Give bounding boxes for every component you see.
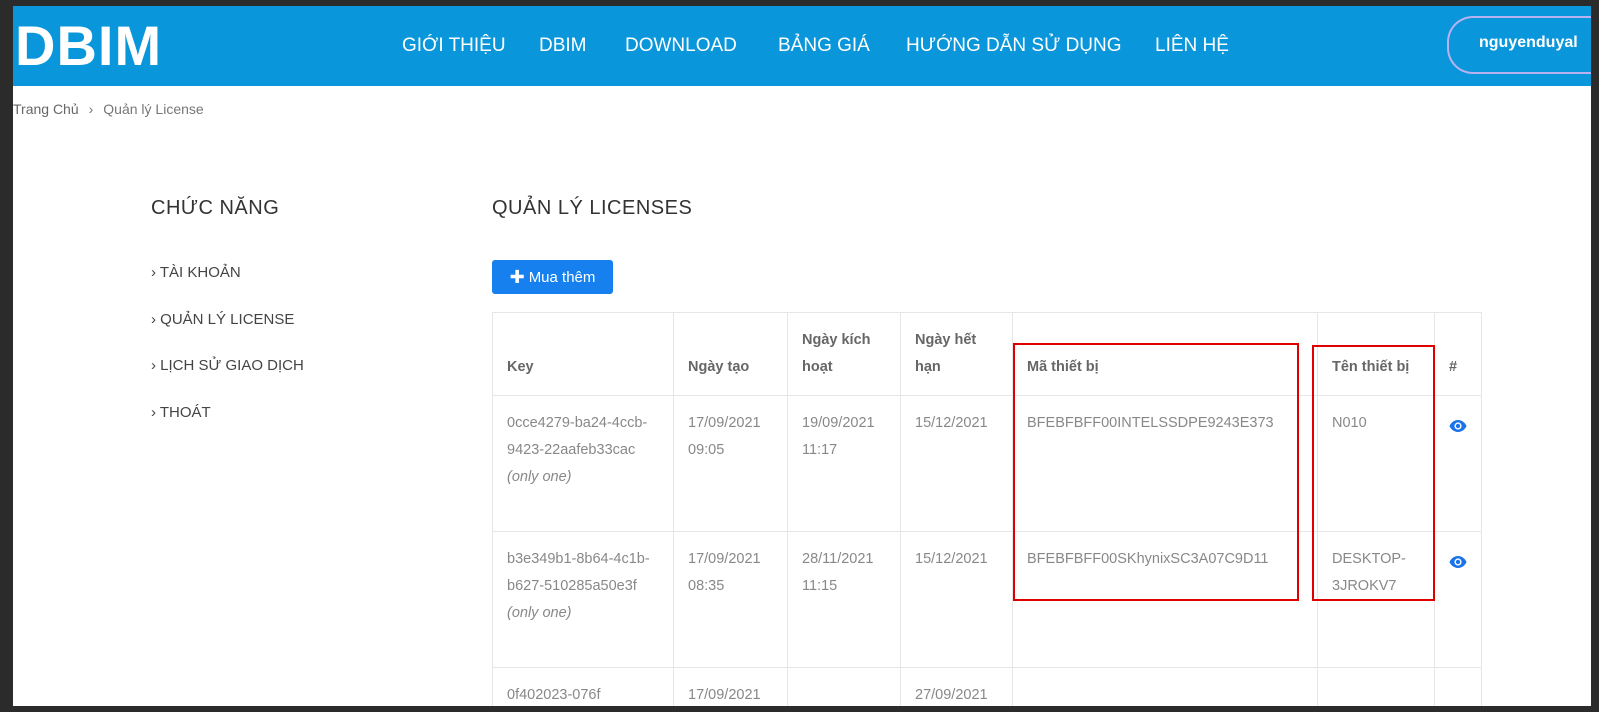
cell-action: [1434, 531, 1482, 668]
table-row: b3e349b1-8b64-4c1b-b627-510285a50e3f (on…: [492, 531, 1482, 668]
nav-huong-dan[interactable]: HƯỚNG DẪN SỬ DỤNG: [906, 34, 1122, 58]
page-title: QUẢN LÝ LICENSES: [492, 197, 693, 219]
browser-page: DBIM GIỚI THIỆU DBIM DOWNLOAD BẢNG GIÁ H…: [13, 6, 1591, 706]
column-header-activated: Ngày kích hoạt: [787, 312, 901, 396]
buy-more-button[interactable]: ✚ Mua thêm: [492, 260, 613, 294]
cell-key: 0cce4279-ba24-4ccb-9423-22aafeb33cac (on…: [492, 395, 674, 532]
license-key: b3e349b1-8b64-4c1b-b627-510285a50e3f: [507, 551, 650, 594]
column-header-key: Key: [492, 312, 674, 396]
sidebar-item-logout[interactable]: › THOÁT: [151, 404, 211, 421]
license-table: Key Ngày tạo Ngày kích hoạt Ngày hết hạn…: [492, 312, 1482, 706]
license-key: 0cce4279-ba24-4ccb-9423-22aafeb33cac: [507, 415, 648, 458]
cell-created: 17/09/2021: [673, 667, 788, 706]
column-header-device-name: Tên thiết bị: [1317, 312, 1435, 396]
nav-lien-he[interactable]: LIÊN HỆ: [1155, 34, 1229, 58]
cell-created: 17/09/2021 08:35: [673, 531, 788, 668]
site-logo[interactable]: DBIM: [15, 14, 162, 78]
cell-device-id: BFEBFBFF00INTELSSDPE9243E373: [1012, 395, 1318, 532]
cell-device-name: N010: [1317, 395, 1435, 532]
cell-key: b3e349b1-8b64-4c1b-b627-510285a50e3f (on…: [492, 531, 674, 668]
column-header-action: #: [1434, 312, 1482, 396]
breadcrumb-home[interactable]: Trang Chủ: [13, 101, 79, 117]
cell-key: 0f402023-076f: [492, 667, 674, 706]
cell-device-id: [1012, 667, 1318, 706]
user-menu-button[interactable]: nguyenduyal: [1447, 16, 1591, 74]
column-header-created: Ngày tạo: [673, 312, 788, 396]
table-row: 0cce4279-ba24-4ccb-9423-22aafeb33cac (on…: [492, 395, 1482, 532]
cell-created: 17/09/2021 09:05: [673, 395, 788, 532]
eye-icon[interactable]: [1449, 416, 1467, 443]
license-note: (only one): [507, 605, 572, 621]
breadcrumb-separator: ›: [88, 101, 94, 117]
breadcrumb-current: Quản lý License: [103, 101, 204, 117]
cell-activated: 19/09/2021 11:17: [787, 395, 901, 532]
cell-device-name: [1317, 667, 1435, 706]
cell-activated: 28/11/2021 11:15: [787, 531, 901, 668]
table-row: 0f402023-076f 17/09/2021 27/09/2021: [492, 667, 1482, 706]
nav-download[interactable]: DOWNLOAD: [625, 34, 737, 58]
sidebar-item-history[interactable]: › LỊCH SỬ GIAO DỊCH: [151, 357, 304, 374]
column-header-device-id: Mã thiết bị: [1012, 312, 1318, 396]
nav-gioi-thieu[interactable]: GIỚI THIỆU: [402, 34, 506, 58]
cell-action: [1434, 395, 1482, 532]
user-name: nguyenduyal: [1479, 34, 1578, 51]
table-header-row: Key Ngày tạo Ngày kích hoạt Ngày hết hạn…: [492, 312, 1482, 396]
cell-expires: 15/12/2021: [900, 395, 1013, 532]
sidebar-item-account[interactable]: › TÀI KHOẢN: [151, 264, 241, 281]
nav-dbim[interactable]: DBIM: [539, 34, 587, 58]
breadcrumb: Trang Chủ › Quản lý License: [13, 101, 204, 117]
site-header: DBIM GIỚI THIỆU DBIM DOWNLOAD BẢNG GIÁ H…: [13, 6, 1591, 86]
cell-expires: 15/12/2021: [900, 531, 1013, 668]
cell-expires: 27/09/2021: [900, 667, 1013, 706]
cell-device-id: BFEBFBFF00SKhynixSC3A07C9D11: [1012, 531, 1318, 668]
plus-icon: ✚: [509, 267, 525, 287]
cell-action: [1434, 667, 1482, 706]
cell-activated: [787, 667, 901, 706]
column-header-expires: Ngày hết hạn: [900, 312, 1013, 396]
license-note: (only one): [507, 469, 572, 485]
buy-more-label: Mua thêm: [528, 268, 596, 286]
sidebar-item-license[interactable]: › QUẢN LÝ LICENSE: [151, 311, 294, 328]
eye-icon[interactable]: [1449, 552, 1467, 579]
sidebar-title: CHỨC NĂNG: [151, 197, 280, 219]
cell-device-name: DESKTOP-3JROKV7: [1317, 531, 1435, 668]
nav-bang-gia[interactable]: BẢNG GIÁ: [778, 34, 870, 58]
